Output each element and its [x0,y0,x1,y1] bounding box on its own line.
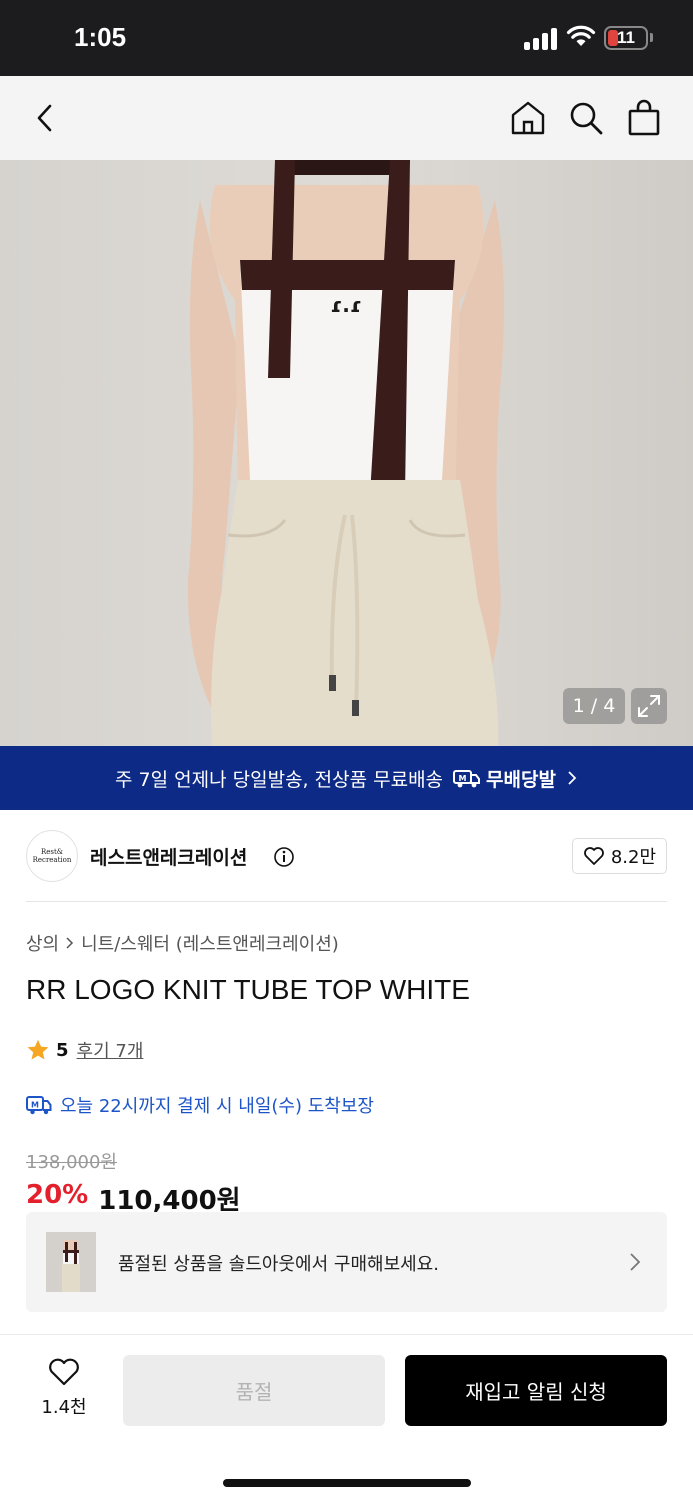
product-image[interactable]: ɾ.ɾ [0,160,693,746]
delivery-guarantee: M 오늘 22시까지 결제 시 내일(수) 도착보장 [26,1092,374,1118]
svg-text:M: M [31,1101,39,1110]
expand-icon [638,695,660,717]
product-photo: ɾ.ɾ [0,160,693,746]
delivery-truck-icon: M [453,770,481,788]
divider [26,901,667,902]
svg-text:ɾ.ɾ: ɾ.ɾ [330,293,361,317]
bottom-action-bar: 1.4천 품절 재입고 알림 신청 [0,1334,693,1500]
svg-text:M: M [459,774,467,783]
shipping-banner-text: 주 7일 언제나 당일발송, 전상품 무료배송 [115,768,444,791]
chevron-right-icon [66,937,74,949]
delivery-truck-icon: M [26,1096,52,1115]
star-icon [27,1039,49,1060]
search-icon[interactable] [568,100,604,136]
expand-button[interactable] [631,688,667,724]
rating-row[interactable]: 5 후기 7개 [26,1037,143,1063]
info-icon[interactable] [273,846,295,868]
soldout-promo-text: 품절된 상품을 솔드아웃에서 구매해보세요. [118,1254,439,1275]
status-bar: 1:05 11 [0,0,693,76]
original-price: 138,000원 [26,1152,117,1173]
breadcrumb-category[interactable]: 상의 [26,930,59,956]
chevron-right-icon [630,1253,641,1271]
shipping-badge: M 무배당발 [453,765,556,792]
heart-icon [49,1358,79,1386]
breadcrumb-subcategory[interactable]: 니트/스웨터 (레스트앤레크레이션) [81,930,339,956]
brand-like-button[interactable]: 8.2만 [571,838,667,874]
top-nav [0,76,693,160]
rating-score: 5 [56,1039,69,1061]
brand-like-count: 8.2만 [610,847,656,868]
cellular-signal-icon [524,28,558,50]
soldout-button[interactable]: 품절 [123,1355,385,1426]
status-time: 1:05 [74,22,127,52]
delivery-text: 오늘 22시까지 결제 시 내일(수) 도착보장 [60,1096,374,1117]
home-indicator [223,1479,471,1487]
promo-thumbnail [46,1232,96,1292]
wishlist-button[interactable]: 1.4천 [36,1357,92,1419]
home-icon[interactable] [510,100,546,136]
restock-alert-button[interactable]: 재입고 알림 신청 [405,1355,667,1426]
battery-level: 11 [617,28,635,47]
battery-icon: 11 [604,26,648,50]
review-count-link[interactable]: 후기 7개 [77,1037,144,1063]
chevron-left-icon[interactable] [34,103,56,133]
brand-name[interactable]: 레스트앤레크레이션 [90,843,247,870]
image-counter: 1 / 4 [563,688,625,724]
brand-row[interactable]: Rest& Recreation 레스트앤레크레이션 8.2만 [26,830,667,882]
shopping-bag-icon[interactable] [627,99,661,137]
brand-logo-text: Rest& Recreation [32,848,72,864]
heart-icon [583,847,604,865]
product-title: RR LOGO KNIT TUBE TOP WHITE [26,974,470,1005]
chevron-right-icon [568,771,577,785]
shipping-badge-label: 무배당발 [486,768,556,791]
brand-logo[interactable]: Rest& Recreation [26,830,78,882]
breadcrumb: 상의 니트/스웨터 (레스트앤레크레이션) [26,930,339,956]
shipping-banner[interactable]: 주 7일 언제나 당일발송, 전상품 무료배송 M 무배당발 [0,746,693,810]
wifi-icon [566,25,596,46]
soldout-promo-card[interactable]: 품절된 상품을 솔드아웃에서 구매해보세요. [26,1212,667,1312]
wishlist-count: 1.4천 [41,1397,87,1418]
